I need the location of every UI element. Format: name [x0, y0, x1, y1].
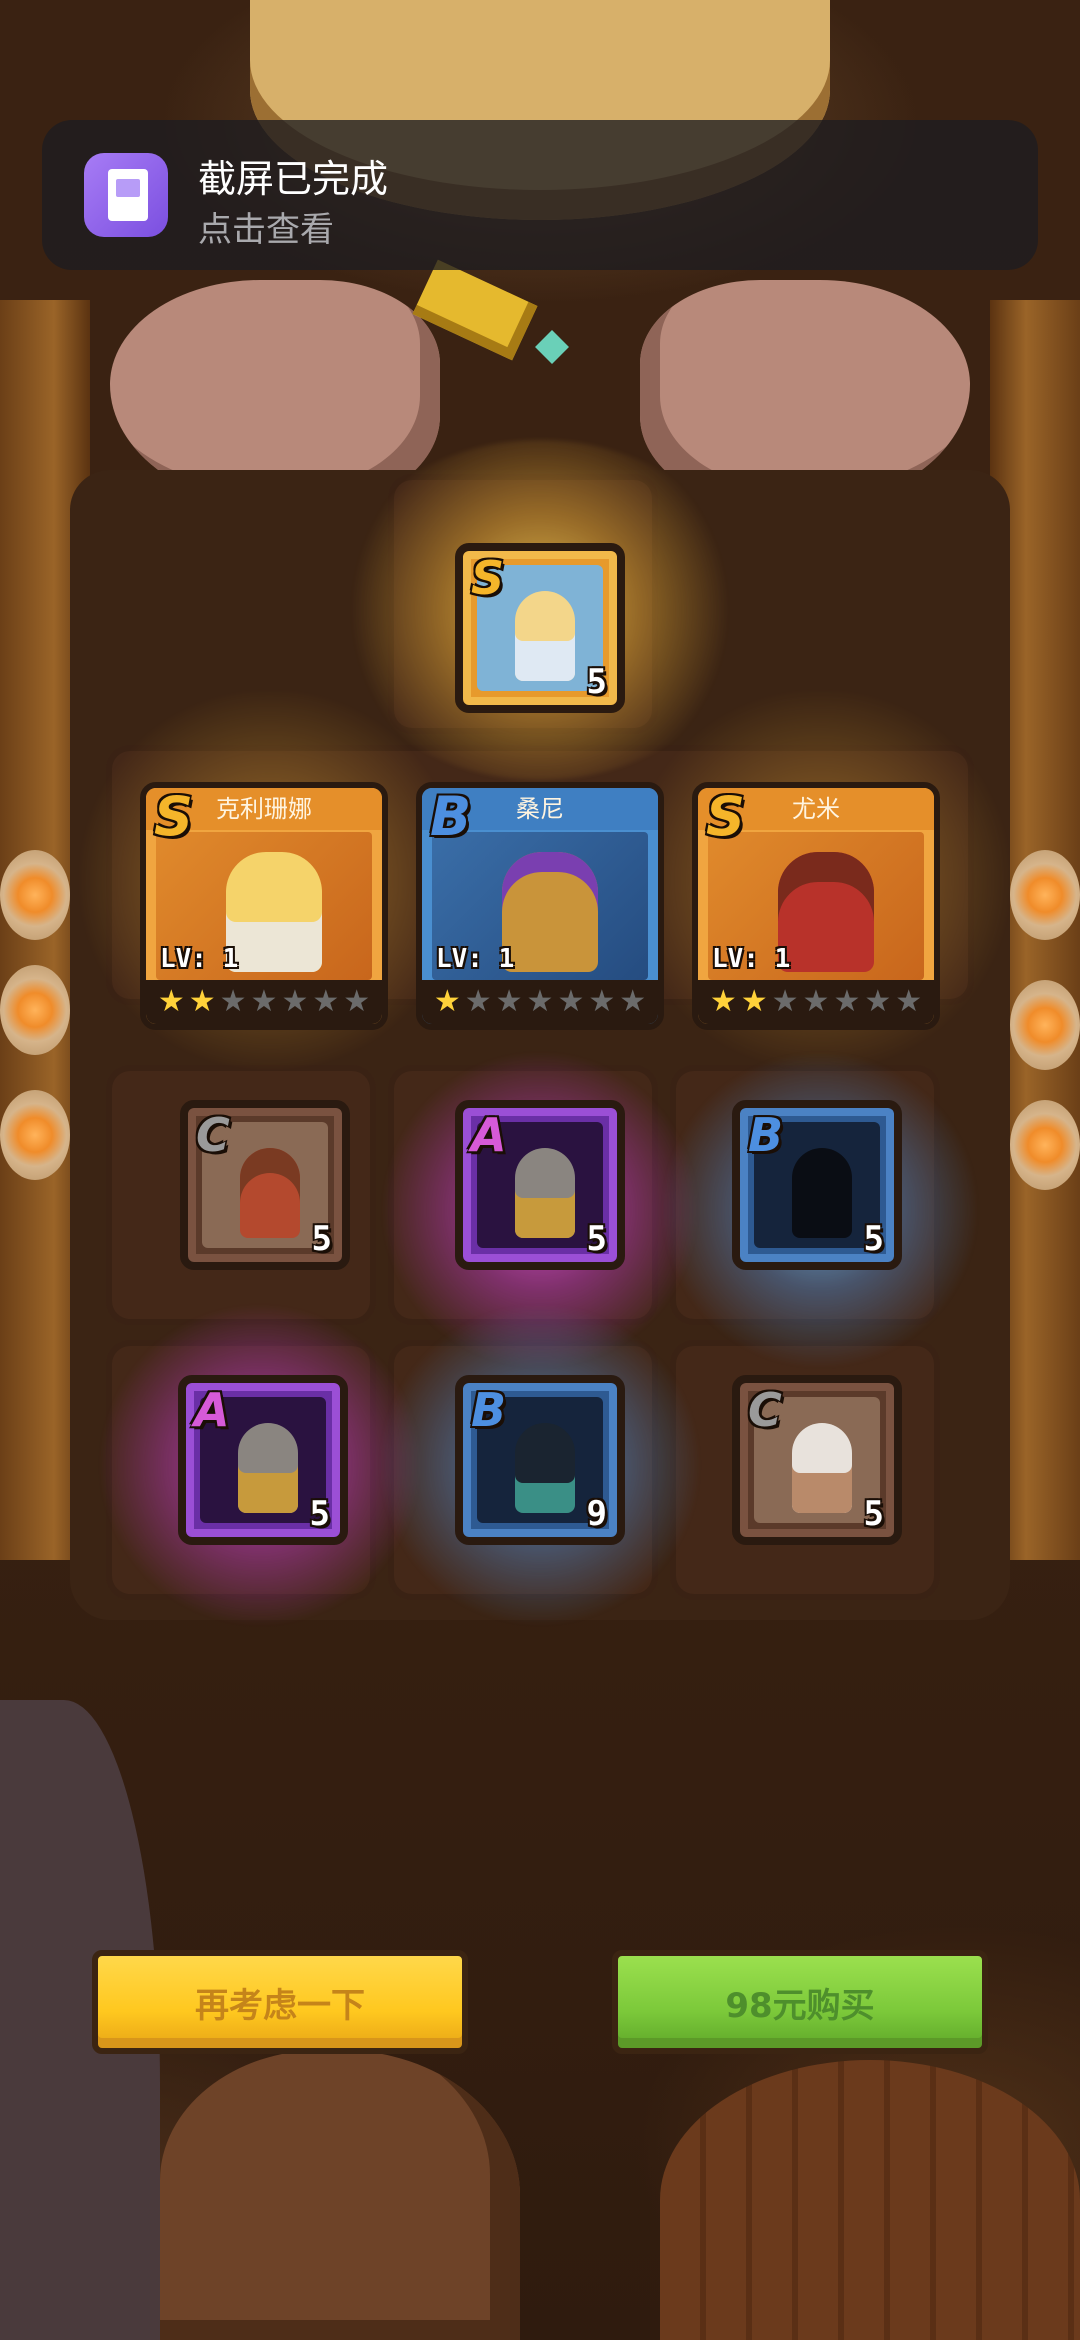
star-empty-icon: ★: [464, 984, 492, 1019]
lamp-icon: [0, 965, 70, 1055]
star-empty-icon: ★: [619, 984, 647, 1019]
star-empty-icon: ★: [312, 984, 340, 1019]
hero-portrait: [515, 1148, 575, 1238]
star-empty-icon: ★: [250, 984, 278, 1019]
star-empty-icon: ★: [771, 984, 799, 1019]
star-filled-icon: ★: [188, 984, 216, 1019]
lamp-icon: [1010, 850, 1080, 940]
buy-button[interactable]: 98元购买: [612, 1950, 988, 2054]
rank-letter: B: [430, 785, 472, 848]
hero-level: LV: 1: [712, 944, 791, 974]
shard-card[interactable]: C 5: [732, 1375, 902, 1545]
star-empty-icon: ★: [864, 984, 892, 1019]
hero-portrait: [515, 1423, 575, 1513]
hero-card-youmi[interactable]: 尤米 S LV: 1 ★ ★ ★ ★ ★ ★ ★: [692, 782, 940, 1030]
hero-portrait: [238, 1423, 298, 1513]
rank-letter: A: [471, 1108, 507, 1162]
reconsider-button[interactable]: 再考虑一下: [92, 1950, 468, 2054]
star-empty-icon: ★: [833, 984, 861, 1019]
card-count: 9: [586, 1494, 607, 1534]
hero-portrait: [240, 1148, 300, 1238]
screenshot-gallery-icon: [84, 153, 168, 237]
rank-letter: S: [154, 785, 193, 848]
rank-letter: C: [196, 1108, 230, 1162]
screenshot-notification[interactable]: 截屏已完成 点击查看: [42, 120, 1038, 270]
lamp-icon: [1010, 1100, 1080, 1190]
hero-portrait: [502, 852, 598, 972]
rank-letter: S: [471, 551, 505, 605]
star-empty-icon: ★: [557, 984, 585, 1019]
card-count: 5: [311, 1219, 332, 1259]
star-empty-icon: ★: [802, 984, 830, 1019]
star-filled-icon: ★: [433, 984, 461, 1019]
shard-card[interactable]: A 5: [178, 1375, 348, 1545]
notification-title: 截屏已完成: [198, 157, 389, 201]
rank-letter: B: [471, 1383, 507, 1437]
hero-level: LV: 1: [436, 944, 515, 974]
star-rating: ★ ★ ★ ★ ★ ★ ★: [698, 980, 934, 1024]
star-filled-icon: ★: [709, 984, 737, 1019]
shard-card[interactable]: C 5: [180, 1100, 350, 1270]
hero-portrait: [792, 1148, 852, 1238]
hero-portrait: [778, 852, 874, 972]
star-empty-icon: ★: [895, 984, 923, 1019]
notification-subtitle: 点击查看: [198, 210, 334, 250]
rank-letter: B: [748, 1108, 784, 1162]
star-empty-icon: ★: [343, 984, 371, 1019]
green-gem-icon: [535, 330, 569, 364]
hero-level: LV: 1: [160, 944, 239, 974]
shard-card[interactable]: A 5: [455, 1100, 625, 1270]
hero-card-kelishanna[interactable]: 克利珊娜 S LV: 1 ★ ★ ★ ★ ★ ★ ★: [140, 782, 388, 1030]
lamp-icon: [0, 1090, 70, 1180]
star-empty-icon: ★: [526, 984, 554, 1019]
star-rating: ★ ★ ★ ★ ★ ★ ★: [422, 980, 658, 1024]
star-empty-icon: ★: [281, 984, 309, 1019]
star-empty-icon: ★: [219, 984, 247, 1019]
hero-portrait: [792, 1423, 852, 1513]
featured-reward-card[interactable]: S 5: [455, 543, 625, 713]
star-empty-icon: ★: [588, 984, 616, 1019]
lamp-icon: [0, 850, 70, 940]
star-filled-icon: ★: [157, 984, 185, 1019]
shard-card[interactable]: B 5: [732, 1100, 902, 1270]
star-empty-icon: ★: [495, 984, 523, 1019]
card-count: 5: [863, 1219, 884, 1259]
hero-portrait: [515, 591, 575, 681]
card-count: 5: [309, 1494, 330, 1534]
rank-letter: S: [706, 785, 745, 848]
card-count: 5: [863, 1494, 884, 1534]
card-count: 5: [586, 662, 607, 702]
treasure-sack-decoration: [160, 2050, 520, 2340]
lamp-icon: [1010, 980, 1080, 1070]
rank-letter: C: [748, 1383, 782, 1437]
barrel-decoration: [660, 2060, 1080, 2340]
hero-card-sangni[interactable]: 桑尼 B LV: 1 ★ ★ ★ ★ ★ ★ ★: [416, 782, 664, 1030]
star-rating: ★ ★ ★ ★ ★ ★ ★: [146, 980, 382, 1024]
star-filled-icon: ★: [740, 984, 768, 1019]
hero-portrait: [226, 852, 322, 972]
card-count: 5: [586, 1219, 607, 1259]
rank-letter: A: [194, 1383, 230, 1437]
shard-card[interactable]: B 9: [455, 1375, 625, 1545]
